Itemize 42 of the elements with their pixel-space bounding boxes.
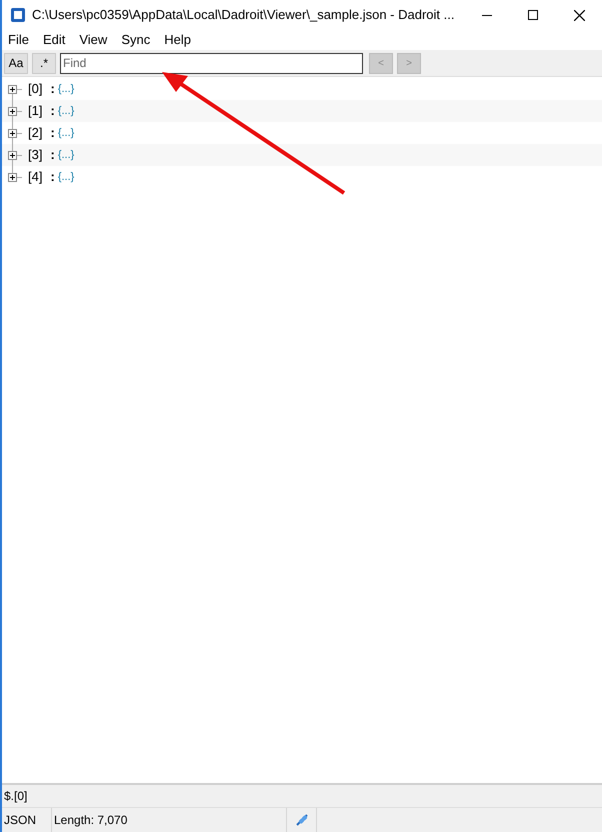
menu-item[interactable]: Edit	[42, 30, 66, 50]
tree-line	[17, 154, 22, 156]
node-value: {...}	[58, 104, 74, 119]
expand-icon[interactable]	[8, 128, 17, 138]
key-separator: :	[50, 102, 55, 120]
minimize-icon	[482, 14, 492, 16]
node-key: [2]	[28, 123, 42, 143]
tree-line	[17, 132, 22, 134]
status-text: JSON	[4, 812, 36, 829]
json-path: $.[0]	[4, 788, 28, 805]
node-key: [0]	[28, 79, 42, 99]
app-icon	[10, 7, 26, 23]
key-separator: :	[50, 124, 55, 142]
close-icon	[574, 10, 584, 20]
node-value: {...}	[58, 82, 74, 97]
key-separator: :	[50, 168, 55, 186]
expand-icon[interactable]	[8, 84, 17, 94]
key-separator: :	[50, 146, 55, 164]
node-key: [3]	[28, 145, 42, 165]
node-key: [4]	[28, 167, 42, 187]
maximize-icon	[528, 10, 538, 20]
menu-item[interactable]: File	[8, 30, 29, 50]
tree-line	[17, 176, 22, 178]
tree-line	[17, 88, 22, 90]
menu-item[interactable]: Sync	[121, 30, 150, 50]
link-icon[interactable]	[294, 812, 310, 828]
key-separator: :	[50, 80, 55, 98]
regex-button[interactable]: .*	[32, 52, 56, 74]
node-value: {...}	[58, 126, 74, 141]
expand-icon[interactable]	[8, 150, 17, 160]
node-value: {...}	[58, 148, 74, 163]
menu-item[interactable]: Help	[164, 30, 191, 50]
node-value: {...}	[58, 170, 74, 185]
node-key: [1]	[28, 101, 42, 121]
search-field[interactable]: Find	[60, 52, 363, 74]
match-case-button[interactable]: Aa	[4, 52, 28, 74]
expand-icon[interactable]	[8, 106, 17, 116]
status-text: Length: 7,070	[54, 812, 128, 829]
tree-line	[17, 110, 22, 112]
window-title: C:\Users\pc0359\AppData\Local\Dadroit\Viewer\_sample.json - Dadroit ...	[32, 6, 454, 24]
expand-icon[interactable]	[8, 172, 17, 182]
menu-item[interactable]: View	[79, 30, 108, 50]
